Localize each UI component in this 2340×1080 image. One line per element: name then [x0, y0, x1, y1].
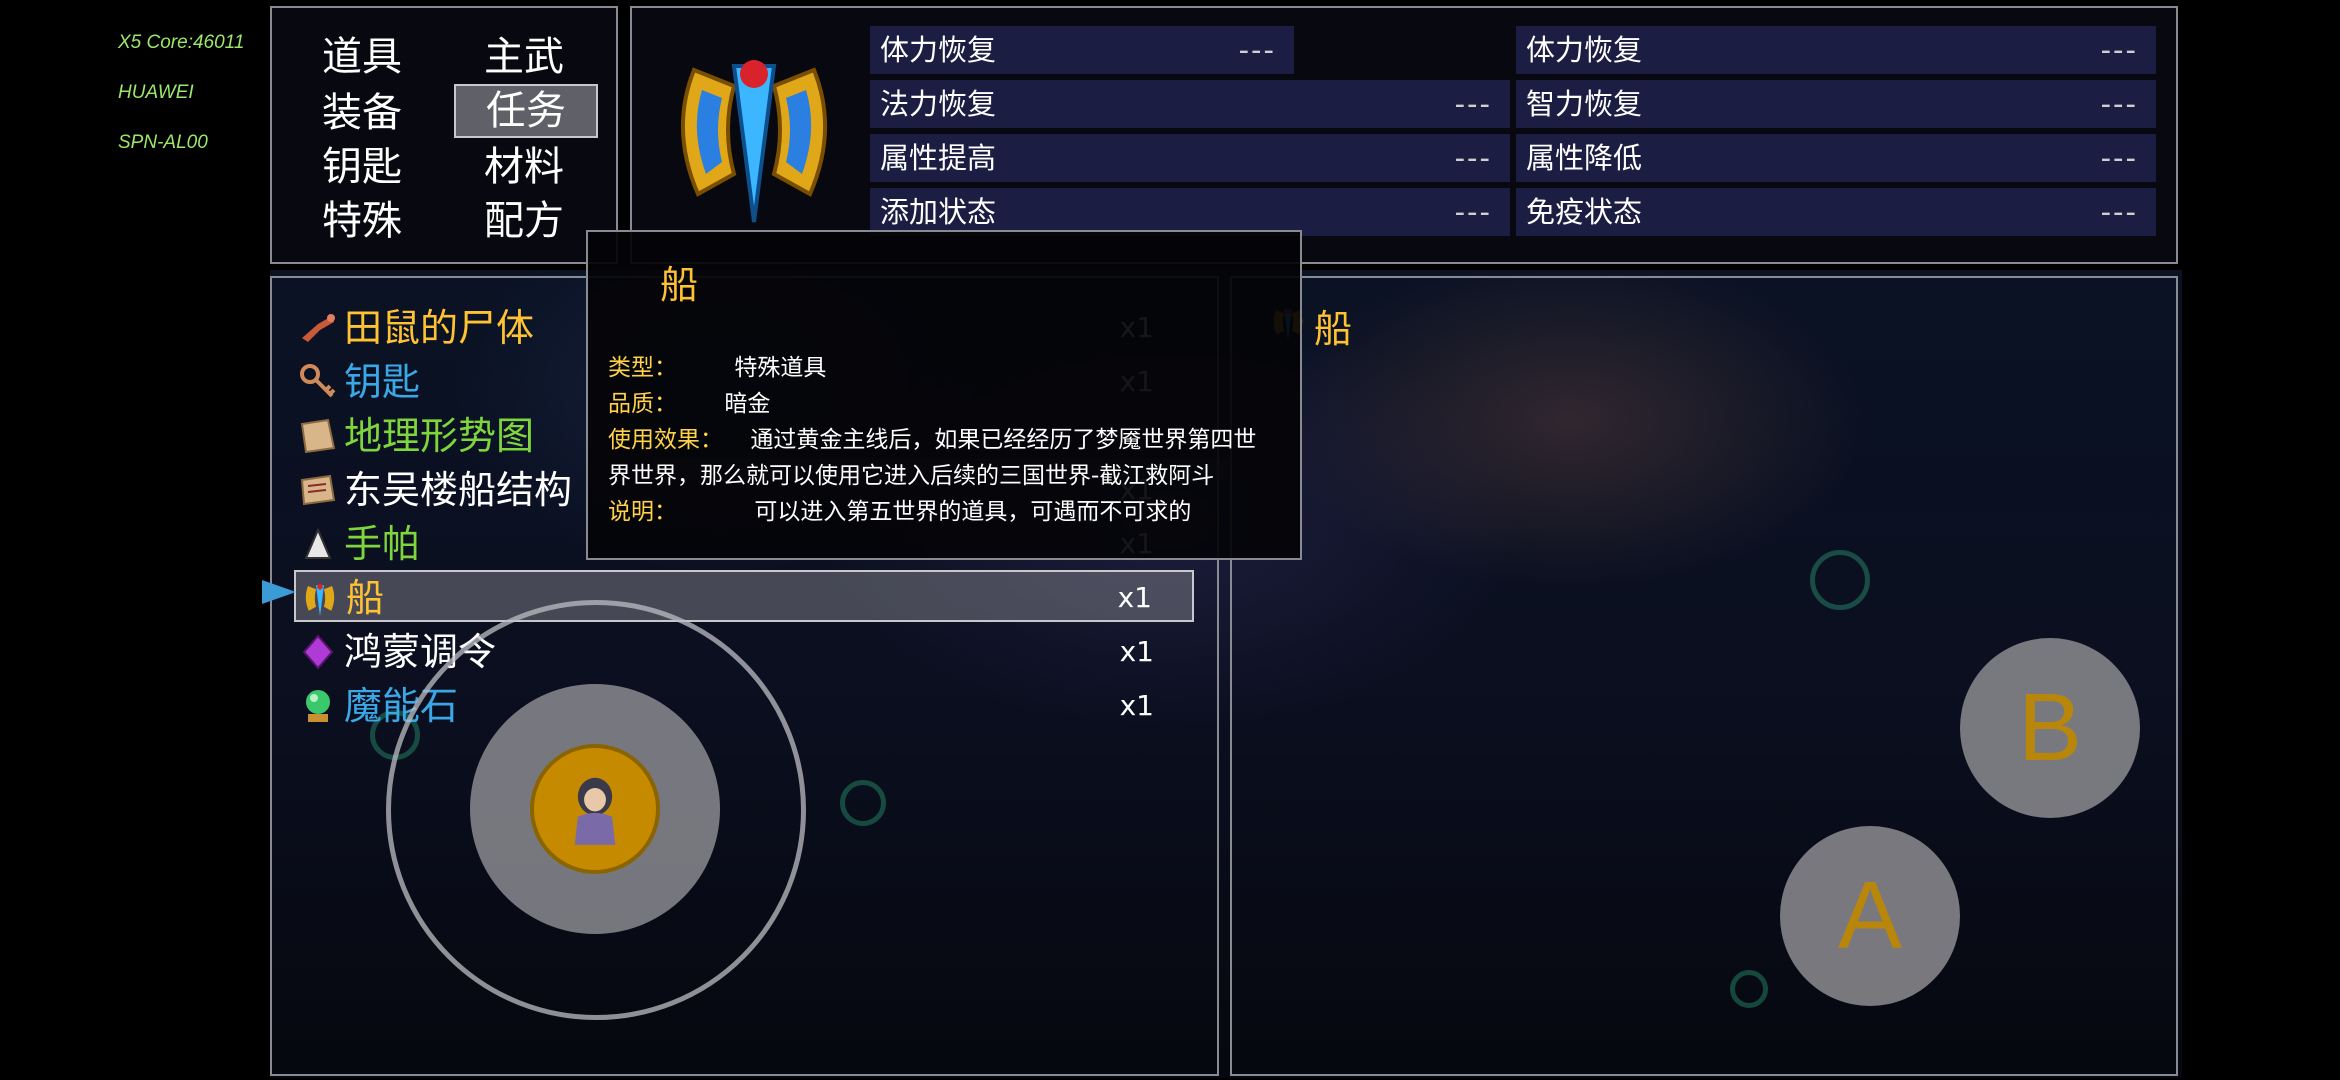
tab-quest[interactable]: 任务	[454, 84, 598, 138]
stat-row: 免疫状态 ---	[1516, 188, 2156, 236]
stat-row: 添加状态 ---	[870, 188, 1510, 236]
list-item[interactable]: 船 x1	[294, 570, 1194, 622]
tooltip-effect-line2: 界世界，那么就可以使用它进入后续的三国世界-截江救阿斗	[608, 463, 1215, 489]
map-scroll-icon	[300, 418, 336, 454]
item-name: 地理形势图	[344, 414, 535, 458]
stat-value: ---	[2100, 33, 2138, 67]
item-name: 手帕	[344, 522, 421, 566]
tooltip-value: 可以进入第五世界的道具，可遇而不可求的	[754, 499, 1192, 525]
a-button[interactable]: A	[1780, 826, 1960, 1006]
stat-value: ---	[1454, 141, 1492, 175]
b-button[interactable]: B	[1960, 638, 2140, 818]
tab-materials[interactable]: 材料	[464, 142, 584, 192]
magic-stone-icon	[306, 690, 330, 722]
tab-main-weapon[interactable]: 主武	[464, 32, 584, 82]
detail-item-name: 船	[1314, 307, 1353, 351]
stat-row: 属性降低 ---	[1516, 134, 2156, 182]
item-qty: x1	[1119, 635, 1154, 668]
stat-row: 体力恢复 ---	[870, 26, 1294, 74]
tab-recipes[interactable]: 配方	[464, 196, 584, 246]
stat-label: 添加状态	[880, 195, 997, 229]
tooltip-type-row: 类型： 特殊道具	[608, 348, 826, 382]
stat-label: 属性降低	[1526, 141, 1643, 175]
tab-equipment[interactable]: 装备	[302, 88, 422, 138]
device-model-label: SPN-AL00	[118, 132, 208, 153]
item-tooltip: 船 类型： 特殊道具 品质： 暗金 使用效果： 通过黄金主线后，如果已经经历了梦…	[586, 230, 1302, 560]
tab-tools[interactable]: 道具	[302, 32, 422, 82]
tooltip-desc-row: 说明： 可以进入第五世界的道具，可遇而不可求的	[608, 492, 1191, 526]
handkerchief-icon	[304, 527, 332, 559]
stat-value: ---	[2100, 141, 2138, 175]
item-qty: x1	[1117, 581, 1152, 614]
character-avatar-icon	[574, 777, 616, 845]
stat-value: ---	[1238, 33, 1276, 67]
stat-label: 智力恢复	[1526, 87, 1643, 121]
tab-keys[interactable]: 钥匙	[302, 142, 422, 192]
stat-row: 法力恢复 ---	[870, 80, 1510, 128]
blueprint-icon	[300, 474, 336, 506]
tooltip-effect-row: 使用效果： 通过黄金主线后，如果已经经历了梦魇世界第四世	[608, 420, 1256, 454]
rat-corpse-icon	[302, 314, 335, 342]
stat-value: ---	[1454, 195, 1492, 229]
stat-row: 智力恢复 ---	[1516, 80, 2156, 128]
tooltip-key: 品质：	[608, 391, 677, 417]
stat-label: 体力恢复	[1526, 33, 1643, 67]
stat-label: 免疫状态	[1526, 195, 1643, 229]
stat-value: ---	[2100, 87, 2138, 121]
stat-row: 属性提高 ---	[870, 134, 1510, 182]
tooltip-key: 类型：	[608, 355, 677, 381]
selection-arrow-icon	[262, 580, 296, 604]
stat-label: 体力恢复	[880, 33, 997, 67]
stat-value: ---	[1454, 87, 1492, 121]
item-name: 船	[346, 576, 385, 620]
tooltip-value: 特殊道具	[734, 355, 827, 381]
tooltip-title: 船	[660, 263, 699, 307]
ship-icon	[681, 60, 827, 223]
tooltip-value: 暗金	[724, 391, 771, 417]
key-icon	[300, 364, 336, 398]
tooltip-key: 说明：	[608, 499, 677, 525]
stats-panel: 体力恢复 --- 体力恢复 --- 法力恢复 --- 智力恢复 --- 属性提高…	[630, 6, 2178, 264]
item-name: 钥匙	[344, 360, 421, 404]
stat-value: ---	[2100, 195, 2138, 229]
purple-gem-icon	[302, 634, 334, 670]
device-core-label: X5 Core:46011	[118, 32, 245, 53]
tooltip-key: 使用效果：	[608, 427, 723, 453]
tooltip-quality-row: 品质： 暗金	[608, 384, 770, 418]
joystick-knob[interactable]	[530, 744, 660, 874]
item-name: 田鼠的尸体	[344, 306, 535, 350]
item-qty: x1	[1119, 689, 1154, 722]
category-menu: 道具 主武 装备 任务 钥匙 材料 特殊 配方	[270, 6, 618, 264]
item-name: 东吴楼船结构	[344, 468, 573, 512]
tooltip-value: 通过黄金主线后，如果已经经历了梦魇世界第四世	[750, 427, 1257, 453]
stat-label: 属性提高	[880, 141, 997, 175]
tab-special[interactable]: 特殊	[302, 196, 422, 246]
ship-icon	[305, 584, 335, 617]
device-brand-label: HUAWEI	[118, 82, 194, 103]
stat-label: 法力恢复	[880, 87, 997, 121]
stat-row: 体力恢复 ---	[1516, 26, 2156, 74]
